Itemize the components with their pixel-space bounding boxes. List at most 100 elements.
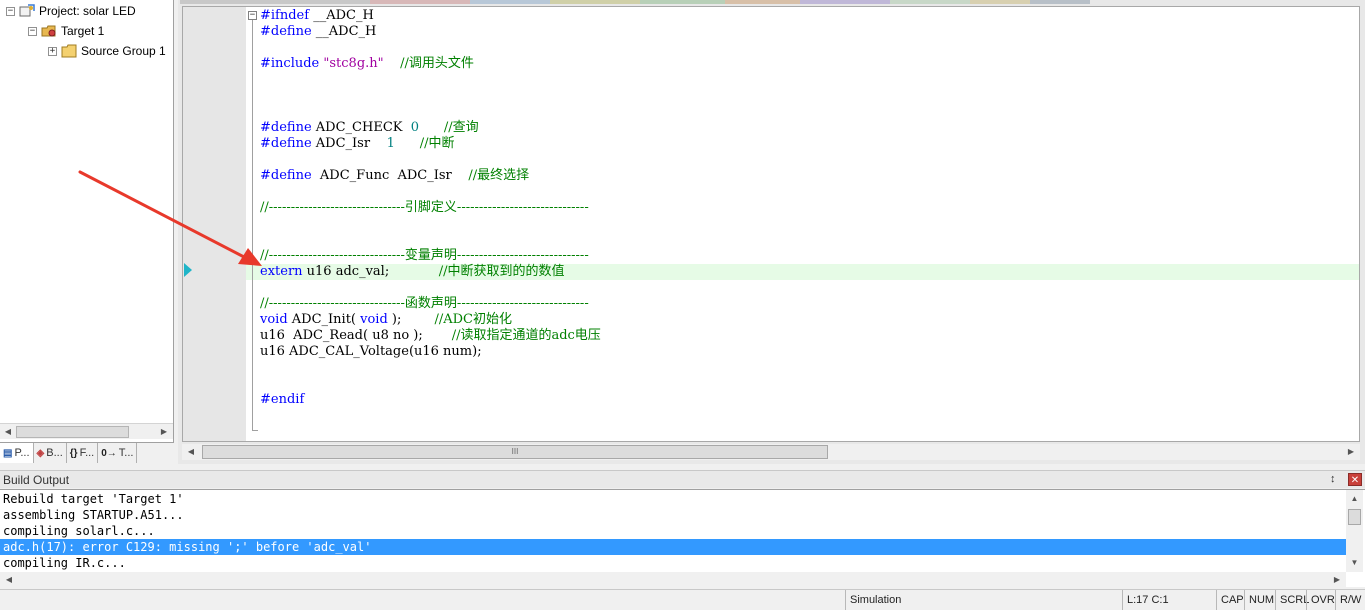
pin-icon[interactable]: ↕ — [1330, 473, 1336, 485]
build-output-pane[interactable]: Rebuild target 'Target 1' assembling STAR… — [0, 489, 1365, 587]
scroll-left-icon[interactable]: ◀ — [1, 426, 15, 438]
code-token: #ifndef — [260, 8, 310, 23]
code-line[interactable]: 17extern u16 adc_val; //中断获取到的的数值 — [183, 264, 1359, 280]
scroll-right-icon[interactable]: ▶ — [157, 426, 171, 438]
code-line[interactable]: 9#define ADC_Isr 1 //中断 — [183, 136, 1359, 152]
build-output-line[interactable]: assembling STARTUP.A51... — [0, 507, 1346, 523]
code-line[interactable]: 7 — [183, 104, 1359, 120]
code-line[interactable]: 12 — [183, 184, 1359, 200]
source-group-label: Source Group 1 — [81, 44, 166, 58]
code-line[interactable]: 22u16 ADC_CAL_Voltage(u16 num); — [183, 344, 1359, 360]
tab-templates[interactable]: 0→ T... — [98, 443, 138, 463]
code-token: void — [360, 312, 388, 327]
code-editor[interactable]: 1#ifndef __ADC_H2#define __ADC_H34#inclu… — [182, 6, 1360, 442]
code-line[interactable]: 25#endif — [183, 392, 1359, 408]
tab-functions[interactable]: {} F... — [67, 443, 99, 463]
code-text: u16 ADC_Read( u8 no ); //读取指定通道的adc电压 — [260, 328, 601, 344]
expand-icon[interactable]: + — [48, 46, 57, 56]
code-text: u16 ADC_CAL_Voltage(u16 num); — [260, 344, 482, 360]
code-line[interactable]: 10 — [183, 152, 1359, 168]
build-output-line[interactable]: compiling IR.c... — [0, 555, 1346, 571]
status-cursor-position: L:17 C:1 — [1122, 590, 1214, 610]
code-line[interactable]: 16//-------------------------------变量声明-… — [183, 248, 1359, 264]
tree-node-target[interactable]: − Target 1 — [28, 22, 104, 40]
tab-project[interactable]: ▤ P... — [0, 443, 34, 463]
project-hscrollbar[interactable]: ◀ ▶ — [0, 423, 173, 439]
code-token: //最终选择 — [468, 168, 530, 183]
project-panel: − Project: solar LED − Target 1 + Source… — [0, 0, 174, 463]
code-line[interactable]: 19//-------------------------------函数声明-… — [183, 296, 1359, 312]
code-line[interactable]: 6 — [183, 88, 1359, 104]
build-error-line[interactable]: adc.h(17): error C129: missing ';' befor… — [0, 539, 1346, 555]
code-text: #define ADC_CHECK 0 //查询 — [260, 120, 479, 136]
code-token: 0 — [410, 120, 420, 135]
scroll-thumb[interactable]: III — [202, 445, 828, 459]
status-scroll-lock: SCRL — [1275, 590, 1309, 610]
code-line[interactable]: 11#define ADC_Func ADC_Isr //最终选择 — [183, 168, 1359, 184]
status-mode: Simulation — [845, 590, 1120, 610]
collapse-icon[interactable]: − — [28, 26, 37, 36]
line-number-gutter[interactable] — [183, 7, 246, 441]
code-line[interactable]: 13//-------------------------------引脚定义-… — [183, 200, 1359, 216]
code-token: void — [260, 312, 288, 327]
scroll-thumb[interactable] — [1348, 509, 1361, 525]
tab-label: P... — [14, 447, 30, 459]
code-token: extern — [260, 264, 303, 279]
functions-icon: {} — [69, 447, 78, 459]
code-token: ADC_Init( — [287, 312, 361, 327]
code-line[interactable]: 24 — [183, 376, 1359, 392]
code-line[interactable]: 3 — [183, 40, 1359, 56]
code-line[interactable]: 18 — [183, 280, 1359, 296]
code-line[interactable]: 20void ADC_Init( void ); //ADC初始化 — [183, 312, 1359, 328]
code-token: //中断 — [419, 136, 455, 151]
code-token: #define — [260, 168, 312, 183]
tree-node-source-group[interactable]: + Source Group 1 — [48, 42, 166, 60]
books-icon: ◈ — [36, 447, 45, 459]
templates-icon: 0→ — [101, 447, 117, 459]
scroll-left-icon[interactable]: ◀ — [184, 445, 198, 459]
scroll-left-icon[interactable]: ◀ — [2, 573, 16, 587]
collapse-icon[interactable]: − — [6, 6, 15, 16]
status-num: NUM — [1244, 590, 1275, 610]
panel-tabs: ▤ P... ◈ B... {} F... 0→ T... — [0, 442, 174, 463]
code-line[interactable]: 4#include "stc8g.h" //调用头文件 — [183, 56, 1359, 72]
code-line[interactable]: 14 — [183, 216, 1359, 232]
code-line[interactable]: 23 — [183, 360, 1359, 376]
code-line[interactable]: 21u16 ADC_Read( u8 no ); //读取指定通道的adc电压 — [183, 328, 1359, 344]
scroll-thumb[interactable] — [16, 426, 129, 438]
editor-hscrollbar[interactable]: ◀ III ▶ — [182, 444, 1360, 460]
code-text: #define __ADC_H — [260, 24, 376, 40]
code-token: //中断获取到的的数值 — [438, 264, 565, 279]
tree-node-project[interactable]: − Project: solar LED — [6, 2, 136, 20]
code-token: //读取指定通道的adc电压 — [451, 328, 601, 343]
file-tabs-strip[interactable] — [180, 0, 1365, 5]
project-root-label: Project: solar LED — [39, 4, 136, 18]
tab-books[interactable]: ◈ B... — [34, 443, 67, 463]
code-token: //-------------------------------函数声明---… — [260, 296, 589, 311]
code-line[interactable]: 15 — [183, 232, 1359, 248]
code-text: void ADC_Init( void ); //ADC初始化 — [260, 312, 512, 328]
code-line[interactable]: 2#define __ADC_H — [183, 24, 1359, 40]
project-icon: ▤ — [3, 447, 13, 459]
status-bar: Simulation L:17 C:1 CAP NUM SCRL OVR R/W — [0, 589, 1365, 610]
scroll-down-icon[interactable]: ▼ — [1347, 556, 1362, 570]
close-icon[interactable]: ✕ — [1348, 473, 1362, 486]
scroll-up-icon[interactable]: ▲ — [1347, 492, 1362, 506]
code-token: #define — [260, 120, 312, 135]
code-line[interactable]: 1#ifndef __ADC_H — [183, 8, 1359, 24]
code-token: #define — [260, 136, 312, 151]
fold-collapse-icon[interactable]: − — [248, 11, 257, 20]
code-line[interactable]: 8#define ADC_CHECK 0 //查询 — [183, 120, 1359, 136]
build-output-line[interactable]: compiling solarl.c... — [0, 523, 1346, 539]
status-read-write: R/W — [1335, 590, 1365, 610]
scroll-right-icon[interactable]: ▶ — [1344, 445, 1358, 459]
code-line[interactable]: 26 — [183, 408, 1359, 424]
code-text: //-------------------------------引脚定义---… — [260, 200, 589, 216]
code-line[interactable]: 5 — [183, 72, 1359, 88]
build-hscrollbar[interactable]: ◀ ▶ — [0, 572, 1346, 587]
build-output-line[interactable]: Rebuild target 'Target 1' — [0, 491, 1346, 507]
build-vscrollbar[interactable]: ▲ ▼ — [1346, 490, 1363, 572]
code-line[interactable]: 27 — [183, 424, 1359, 440]
scroll-right-icon[interactable]: ▶ — [1330, 573, 1344, 587]
